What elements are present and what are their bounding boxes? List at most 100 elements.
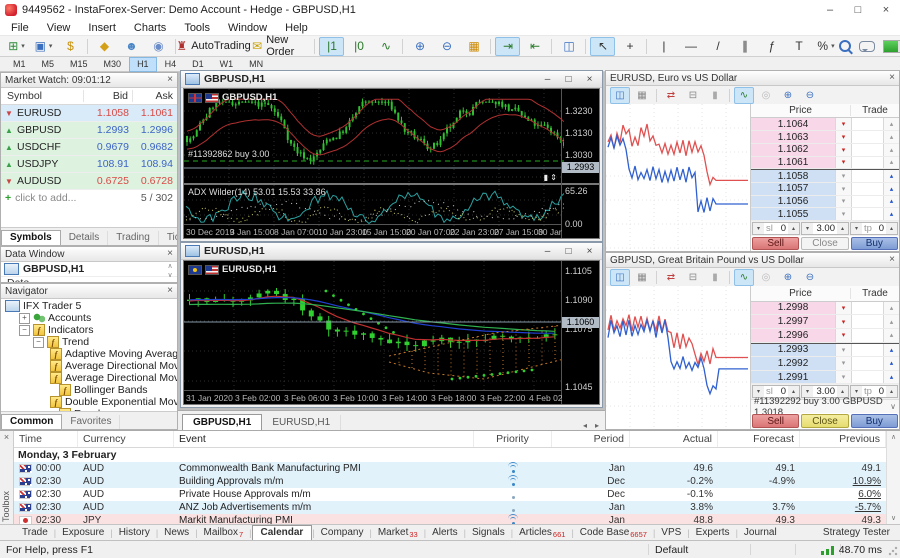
chart-tab-gbpusd-h1[interactable]: GBPUSD,H1 [182, 414, 262, 430]
dom2-tick-chart[interactable] [606, 286, 751, 429]
tab-details[interactable]: Details [61, 231, 109, 245]
market-watch-row[interactable]: ▲GBPUSD1.29931.2996 [1, 122, 177, 139]
tab-signals[interactable]: Signals [466, 526, 511, 539]
new-order-button[interactable]: ✉New Order [249, 37, 310, 56]
dom-one-click-button[interactable]: ⇄ [661, 269, 681, 286]
stop-loss-stepper[interactable]: ▾sl0▴ [752, 222, 800, 235]
new-chart-button[interactable]: ⊞▾ [4, 37, 29, 56]
scroll-down-icon[interactable]: ∨ [167, 271, 172, 280]
trendline-button[interactable]: / [705, 37, 730, 56]
stepper-down-icon[interactable]: ▾ [851, 223, 862, 234]
broadcast-button[interactable]: ◉ [146, 37, 171, 56]
buy-arrow-button[interactable]: ▴ [883, 344, 899, 357]
column-actual[interactable]: Actual [630, 431, 718, 447]
down-arrow-button[interactable]: ▾ [835, 170, 852, 182]
indicator-window-button[interactable]: ◫ [556, 37, 581, 56]
column-symbol[interactable]: Symbol [1, 90, 84, 102]
connection-status[interactable]: 48.70 ms [821, 544, 882, 556]
dom2-close-icon[interactable]: × [889, 255, 895, 265]
bid-row[interactable]: 1.2993▾▴ [751, 343, 899, 358]
dom2-header[interactable]: GBPUSD, Great Britain Pound vs US Dollar… [606, 253, 899, 268]
dom-table-mode-button[interactable]: ▦ [632, 269, 652, 286]
chart1-maximize-button[interactable]: □ [560, 74, 577, 85]
position-row[interactable]: #11392292 buy 3.00 GBPUSD 1.3018∨ [751, 399, 899, 413]
navigator-item[interactable]: fBollinger Bands [1, 384, 177, 396]
up-arrow-button[interactable]: ▴ [883, 315, 899, 328]
text-label-button[interactable]: T [786, 37, 811, 56]
close-button[interactable]: Close [801, 237, 848, 250]
bid-row[interactable]: 1.1057▾▴ [751, 183, 899, 196]
sell-arrow-button[interactable]: ▾ [835, 329, 852, 342]
buy-button[interactable]: Buy [851, 237, 898, 250]
tab-scroll-right-icon[interactable]: ▸ [595, 421, 599, 430]
trade-cell[interactable] [852, 196, 883, 208]
sell-arrow-button[interactable]: ▾ [835, 302, 852, 315]
sell-button[interactable]: Sell [752, 414, 799, 428]
menu-file[interactable]: File [2, 22, 38, 34]
navigator-item[interactable]: IFX Trader 5 [1, 300, 177, 312]
chat-icon[interactable] [859, 41, 875, 52]
search-icon[interactable] [839, 40, 851, 52]
up-arrow-button[interactable]: ▴ [883, 118, 899, 130]
menu-tools[interactable]: Tools [175, 22, 219, 34]
menu-insert[interactable]: Insert [79, 22, 125, 34]
chart2-canvas[interactable]: EURUSD,H11.11051.10901.10751.10451.10603… [183, 260, 600, 405]
chart-shift-button[interactable]: ⇤ [522, 37, 547, 56]
ask-row[interactable]: 1.1062▾▴ [751, 144, 899, 157]
chart2-minimize-button[interactable]: – [539, 246, 556, 257]
trade-cell[interactable] [852, 344, 883, 357]
calendar-event-row[interactable]: 02:30JPYMarkit Manufacturing PMIJan48.84… [14, 514, 886, 524]
line-chart-button[interactable]: ∿ [373, 37, 398, 56]
close-button[interactable]: × [872, 1, 900, 19]
menu-view[interactable]: View [38, 22, 80, 34]
tab-news[interactable]: News [158, 526, 195, 539]
data-window-scrollbar[interactable]: ∧ ∨ [164, 262, 176, 280]
market-watch-row[interactable]: ▲USDJPY108.91108.94 [1, 156, 177, 173]
tab-trading[interactable]: Trading [108, 231, 159, 245]
column-time[interactable]: Time [14, 431, 78, 447]
stepper-up-icon[interactable]: ▴ [886, 223, 897, 234]
sell-arrow-button[interactable]: ▾ [835, 131, 852, 143]
calendar-scrollbar[interactable]: ∧ ∨ [886, 431, 900, 524]
up-arrow-button[interactable]: ▴ [883, 144, 899, 156]
navigator-item[interactable]: fAverage Directional Movement [1, 372, 177, 384]
stepper-up-icon[interactable]: ▴ [837, 223, 848, 234]
horizontal-line-button[interactable]: — [678, 37, 703, 56]
tab-market[interactable]: Market33 [372, 526, 424, 540]
previous-value-link[interactable]: 10.9% [853, 476, 881, 487]
tab-scroll-left-icon[interactable]: ◂ [583, 421, 587, 430]
navigator-item[interactable]: −fTrend [1, 336, 177, 348]
calendar-event-row[interactable]: 02:30AUDBuilding Approvals m/mDec-0.2%-4… [14, 475, 886, 488]
menu-window[interactable]: Window [219, 22, 276, 34]
stepper-up-icon[interactable]: ▴ [788, 223, 799, 234]
scroll-up-icon[interactable]: ∧ [167, 262, 172, 271]
tab-calendar[interactable]: Calendar [252, 525, 313, 540]
fibonacci-button[interactable]: ƒ [759, 37, 784, 56]
chart1-canvas[interactable]: GBPUSD,H1#11392862 buy 3.00▮ ⇕ADX Wilder… [183, 88, 600, 239]
down-arrow-button[interactable]: ▾ [835, 208, 852, 220]
wallet-button[interactable]: ◆ [92, 37, 117, 56]
chart1-close-button[interactable]: × [581, 74, 598, 85]
data-window-close-icon[interactable]: × [167, 249, 173, 259]
take-profit-stepper[interactable]: ▾tp0▴ [850, 222, 898, 235]
bid-row[interactable]: 1.1058▾▴ [751, 169, 899, 183]
sell-button[interactable]: Sell [752, 237, 799, 250]
column-forecast[interactable]: Forecast [718, 431, 800, 447]
down-arrow-button[interactable]: ▾ [835, 371, 852, 384]
data-window-header[interactable]: Data Window × [1, 247, 177, 262]
timeframe-m1[interactable]: M1 [5, 57, 34, 72]
trade-cell[interactable] [852, 170, 883, 182]
buy-arrow-button[interactable]: ▴ [883, 208, 899, 220]
navigator-item[interactable]: fAverage Directional Movement [1, 360, 177, 372]
dom1-tick-chart[interactable] [606, 104, 751, 251]
community-button[interactable]: ☻ [119, 37, 144, 56]
ask-row[interactable]: 1.2996▾▴ [751, 329, 899, 343]
arrows-tool-button[interactable]: %▾ [813, 37, 838, 56]
buy-arrow-button[interactable]: ▴ [883, 183, 899, 195]
strategy-tester-label[interactable]: Strategy Tester [823, 527, 900, 538]
down-arrow-button[interactable]: ▾ [835, 183, 852, 195]
tab-symbols[interactable]: Symbols [1, 230, 61, 245]
auto-scroll-button[interactable]: ⇥ [495, 37, 520, 56]
chart2-price-scale[interactable]: 1.11051.10901.10751.10451.1060 [561, 261, 599, 404]
dom-depth-circles-button[interactable]: ◎ [756, 87, 776, 104]
